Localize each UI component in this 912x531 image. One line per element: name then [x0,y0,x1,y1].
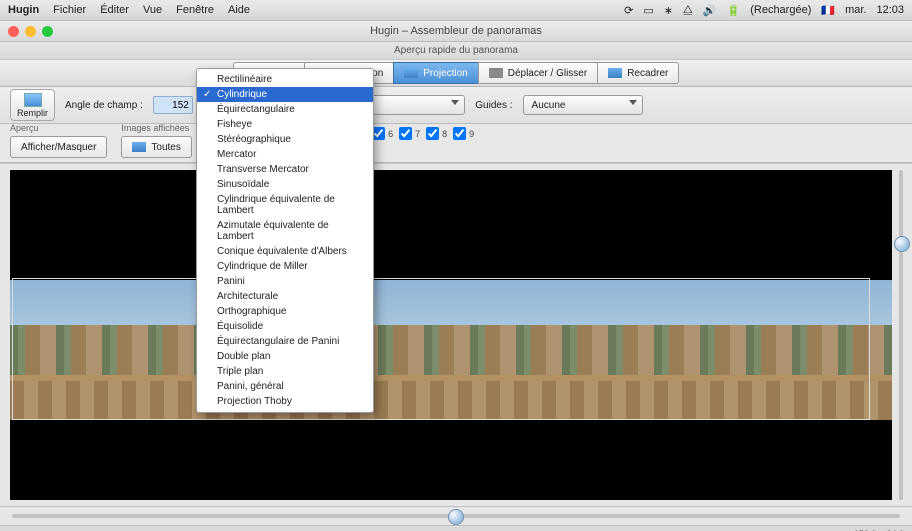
sync-icon[interactable]: ⟳ [624,4,633,17]
projection-option[interactable]: Cylindrique [197,87,373,102]
guides-select[interactable]: Aucune [523,95,643,115]
menu-view[interactable]: Vue [143,4,162,16]
projection-option[interactable]: Double plan [197,349,373,364]
projection-option[interactable]: Azimutale équivalente de Lambert [197,218,373,244]
wifi-icon[interactable]: ⧋ [683,4,693,17]
projection-option[interactable]: Stéréographique [197,132,373,147]
projection-option[interactable]: Fisheye [197,117,373,132]
panorama-canvas[interactable] [10,170,892,500]
projection-option[interactable]: Équisolide [197,319,373,334]
tab-projection[interactable]: Projection [393,62,477,84]
battery-icon[interactable]: 🔋 [727,4,741,17]
projection-option[interactable]: Panini, général [197,379,373,394]
mode-tabbar: Aperçu Disposition Projection Déplacer /… [0,60,912,87]
projection-dropdown[interactable]: RectilinéaireCylindriqueÉquirectangulair… [196,68,374,413]
image-checkbox[interactable] [453,127,466,140]
image-index-label: 9 [469,129,474,139]
status-bar: 152,0 × 34,0 [0,525,912,531]
app-name[interactable]: Hugin [8,4,39,16]
apercu-group-label: Aperçu [10,123,107,133]
tab-crop-label: Recadrer [627,68,668,79]
clock-time: 12:03 [876,4,904,16]
tab-projection-label: Projection [423,68,467,79]
projection-option[interactable]: Conique équivalente d'Albers [197,244,373,259]
image-index-label: 8 [442,129,447,139]
zoom-icon[interactable] [42,26,53,37]
panorama-canvas-area [0,163,912,507]
menu-window[interactable]: Fenêtre [176,4,214,16]
projection-option[interactable]: Mercator [197,147,373,162]
fov-label: Angle de champ : [65,100,143,111]
minimize-icon[interactable] [25,26,36,37]
vertical-slider-thumb[interactable] [894,236,910,252]
image-index-label: 6 [388,129,393,139]
vertical-fov-slider[interactable] [894,170,908,500]
guides-select-value: Aucune [532,100,566,111]
window-subtitle-bar: Aperçu rapide du panorama [0,42,912,60]
projection-option[interactable]: Orthographique [197,304,373,319]
image-toggle-6[interactable]: 6 [372,127,393,140]
image-toggle-7[interactable]: 7 [399,127,420,140]
all-images-button[interactable]: Toutes [121,136,191,158]
projection-option[interactable]: Cylindrique équivalente de Lambert [197,192,373,218]
menu-edit[interactable]: Éditer [100,4,129,16]
projection-option[interactable]: Sinusoïdale [197,177,373,192]
window-subtitle: Aperçu rapide du panorama [394,45,518,56]
all-icon [132,142,146,152]
volume-icon[interactable]: 🔊 [703,4,717,17]
fill-label: Remplir [17,108,48,118]
projection-option[interactable]: Équirectangulaire de Panini [197,334,373,349]
window-titlebar: Hugin – Assembleur de panoramas [0,21,912,42]
crop-icon [608,68,622,78]
all-label: Toutes [151,142,180,153]
move-icon [489,68,503,78]
image-toggle-8[interactable]: 8 [426,127,447,140]
menu-help[interactable]: Aide [228,4,250,16]
horizontal-fov-slider[interactable] [0,507,912,525]
image-checkbox[interactable] [399,127,412,140]
tab-move[interactable]: Déplacer / Glisser [478,62,597,84]
show-hide-button[interactable]: Afficher/Masquer [10,136,107,158]
image-toggle-9[interactable]: 9 [453,127,474,140]
clock-day: mar. [845,4,866,16]
horizontal-slider-thumb[interactable] [448,509,464,525]
fill-button[interactable]: Remplir [10,89,55,121]
projection-option[interactable]: Transverse Mercator [197,162,373,177]
projection-option[interactable]: Cylindrique de Miller [197,259,373,274]
fov-horizontal-input[interactable] [153,96,193,114]
show-hide-label: Afficher/Masquer [21,142,96,153]
battery-status: (Rechargée) [750,4,811,16]
projection-option[interactable]: Rectilinéaire [197,72,373,87]
image-checkbox[interactable] [426,127,439,140]
menubar-right: ⟳ ▭ ∗ ⧋ 🔊 🔋 (Rechargée) 🇫🇷 mar. 12:03 [624,4,904,17]
projection-option[interactable]: Projection Thoby [197,394,373,409]
system-menubar: Hugin Fichier Éditer Vue Fenêtre Aide ⟳ … [0,0,912,21]
tab-crop[interactable]: Recadrer [597,62,679,84]
display-icon[interactable]: ▭ [643,4,653,17]
window-controls [8,26,53,37]
image-index-label: 7 [415,129,420,139]
flag-icon[interactable]: 🇫🇷 [821,4,835,17]
projection-option[interactable]: Triple plan [197,364,373,379]
guides-label: Guides : [475,100,512,111]
projection-option[interactable]: Architecturale [197,289,373,304]
tab-move-label: Déplacer / Glisser [508,68,587,79]
projection-icon [404,68,418,78]
bluetooth-icon[interactable]: ∗ [664,4,673,17]
projection-option[interactable]: Équirectangulaire [197,102,373,117]
crop-selection[interactable] [12,278,870,420]
projection-option[interactable]: Panini [197,274,373,289]
projection-toolbar: Remplir Angle de champ : × Cylindrique G… [0,87,912,124]
menu-file[interactable]: Fichier [53,4,86,16]
window-title: Hugin – Assembleur de panoramas [370,25,542,37]
close-icon[interactable] [8,26,19,37]
image-checkbox[interactable] [372,127,385,140]
fill-icon [24,93,42,107]
